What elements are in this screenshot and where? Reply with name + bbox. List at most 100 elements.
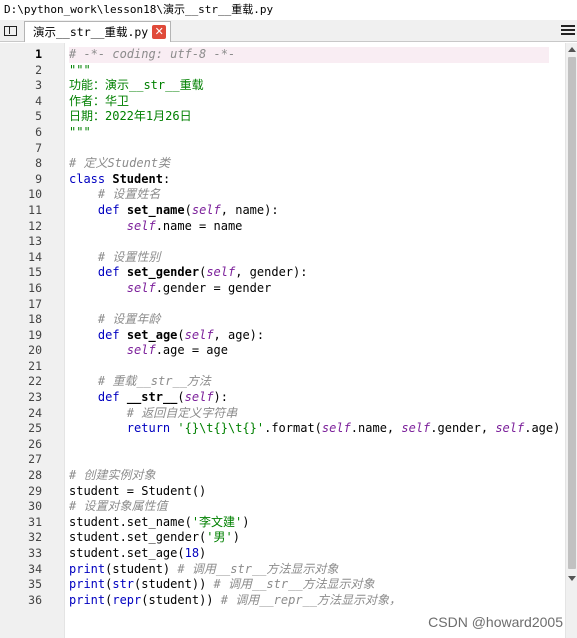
code-line[interactable]: 4 作者：华卫 xyxy=(0,94,549,110)
code-token-text: ( xyxy=(184,202,192,217)
code-token-text: (student)) xyxy=(141,592,221,607)
code-line[interactable]: 12 self.name = name xyxy=(0,219,549,235)
code-token-string: 作者：华卫 xyxy=(69,93,130,108)
code-text: student = Student() xyxy=(69,484,549,500)
vertical-scrollbar[interactable] xyxy=(565,43,577,638)
code-line[interactable]: 32 student.set_gender('男') xyxy=(0,530,549,546)
code-token-keyword: class xyxy=(69,171,106,186)
close-icon[interactable]: ✕ xyxy=(152,24,167,39)
code-line[interactable]: 6 """ xyxy=(0,125,549,141)
line-number: 22 xyxy=(28,374,42,389)
line-number: 16 xyxy=(28,280,42,295)
tab-bar: 演示__str__重载.py ✕ xyxy=(0,20,577,42)
code-token-comment: # 调用__str__方法显示对象 xyxy=(213,577,375,592)
menu-icon[interactable] xyxy=(561,23,575,37)
code-text: self.gender = gender xyxy=(69,281,549,297)
watermark: CSDN @howard2005 xyxy=(428,614,563,630)
code-line[interactable]: 15 def set_gender(self, gender): xyxy=(0,265,549,281)
code-line[interactable]: 13 xyxy=(0,234,549,250)
code-line[interactable]: 29 student = Student() xyxy=(0,484,549,500)
code-text: student.set_gender('男') xyxy=(69,530,549,546)
code-line[interactable]: 14 # 设置性别 xyxy=(0,250,549,266)
line-number: 34 xyxy=(28,561,42,576)
scroll-up-icon[interactable] xyxy=(568,47,576,52)
code-token-text: ) xyxy=(199,546,207,560)
code-text: """ xyxy=(69,63,549,79)
code-line[interactable]: 2 """ xyxy=(0,63,549,79)
code-line[interactable]: 9 class Student: xyxy=(0,172,549,188)
code-line[interactable]: 21 xyxy=(0,359,549,375)
code-token-text: .age = age xyxy=(155,343,228,358)
code-token-self: self xyxy=(126,280,156,295)
code-line[interactable]: 1 # -*- coding: utf-8 -*- xyxy=(0,47,549,63)
code-line[interactable]: 33 student.set_age(18) xyxy=(0,546,549,562)
code-token-keyword: repr xyxy=(112,592,142,607)
code-line[interactable]: 18 # 设置年龄 xyxy=(0,312,549,328)
code-line[interactable]: 26 xyxy=(0,437,549,453)
code-text: def set_age(self, age): xyxy=(69,328,549,344)
code-line[interactable]: 34 print(student) # 调用__str__方法显示对象 xyxy=(0,562,549,578)
code-editor[interactable]: 1 # -*- coding: utf-8 -*- 2 """ 3 功能：演示__str_… xyxy=(0,43,565,638)
code-token-self: self xyxy=(495,421,525,436)
code-line[interactable]: 8 # 定义Student类 xyxy=(0,156,549,172)
code-text: 功能：演示__str__重载 xyxy=(69,78,549,94)
code-token-text: , gender): xyxy=(235,265,308,280)
code-line[interactable]: 3 功能：演示__str__重载 xyxy=(0,78,549,94)
code-token-text: .name = name xyxy=(155,218,243,233)
line-number: 5 xyxy=(35,109,42,124)
code-token-comment: # 调用__str__方法显示对象 xyxy=(177,561,339,576)
code-line[interactable]: 31 student.set_name('李文建') xyxy=(0,515,549,531)
code-line[interactable]: 20 self.age = age xyxy=(0,343,549,359)
code-text: # 返回自定义字符串 xyxy=(69,406,549,422)
code-line[interactable]: 27 xyxy=(0,452,549,468)
code-token-comment: # 创建实例对象 xyxy=(69,468,156,483)
line-number: 35 xyxy=(28,577,42,592)
code-line[interactable]: 19 def set_age(self, age): xyxy=(0,328,549,344)
code-line[interactable]: 36 print(repr(student)) # 调用__repr__方法显示对… xyxy=(0,593,549,609)
code-line[interactable]: 16 self.gender = gender xyxy=(0,281,549,297)
code-token-keyword: def xyxy=(97,202,120,217)
code-token-text: .age) xyxy=(524,421,561,436)
code-line[interactable]: 5 日期：2022年1月26日 xyxy=(0,109,549,125)
code-token-keyword: def xyxy=(97,265,120,280)
code-token-keyword: str xyxy=(112,577,135,592)
code-line[interactable]: 23 def __str__(self): xyxy=(0,390,549,406)
code-line[interactable]: 7 xyxy=(0,141,549,157)
line-number: 6 xyxy=(35,124,42,139)
line-number: 14 xyxy=(28,249,42,264)
code-token-self: self xyxy=(184,327,214,342)
scroll-down-icon[interactable] xyxy=(568,576,576,581)
code-text: 作者：华卫 xyxy=(69,94,549,110)
scrollbar-thumb[interactable] xyxy=(568,57,576,569)
code-line[interactable]: 25 return '{}\t{}\t{}'.format(self.name,… xyxy=(0,421,560,437)
code-token-comment: # 设置年龄 xyxy=(97,312,161,327)
tab-demo-file[interactable]: 演示__str__重载.py ✕ xyxy=(24,21,172,42)
code-line[interactable]: 28 # 创建实例对象 xyxy=(0,468,549,484)
tab-list-icon[interactable] xyxy=(3,23,19,39)
line-number: 3 xyxy=(35,78,42,93)
code-text: def set_gender(self, gender): xyxy=(69,265,549,281)
code-text: student.set_name('李文建') xyxy=(69,515,549,531)
code-text: # 设置对象属性值 xyxy=(69,499,549,515)
code-token-comment: # 定义Student类 xyxy=(69,156,171,171)
code-token-comment: # 设置姓名 xyxy=(97,187,161,202)
code-line[interactable]: 11 def set_name(self, name): xyxy=(0,203,549,219)
line-number: 24 xyxy=(28,405,42,420)
code-token-text: , age): xyxy=(213,327,265,342)
code-line[interactable]: 24 # 返回自定义字符串 xyxy=(0,406,549,422)
code-line[interactable]: 22 # 重载__str__方法 xyxy=(0,374,549,390)
code-token-bold: Student xyxy=(112,171,163,186)
code-line[interactable]: 35 print(str(student)) # 调用__str__方法显示对象 xyxy=(0,577,549,593)
code-line[interactable]: 17 xyxy=(0,297,549,313)
line-number: 29 xyxy=(28,483,42,498)
code-line[interactable]: 30 # 设置对象属性值 xyxy=(0,499,549,515)
code-token-self: self xyxy=(401,421,431,436)
code-line[interactable]: 10 # 设置姓名 xyxy=(0,187,549,203)
